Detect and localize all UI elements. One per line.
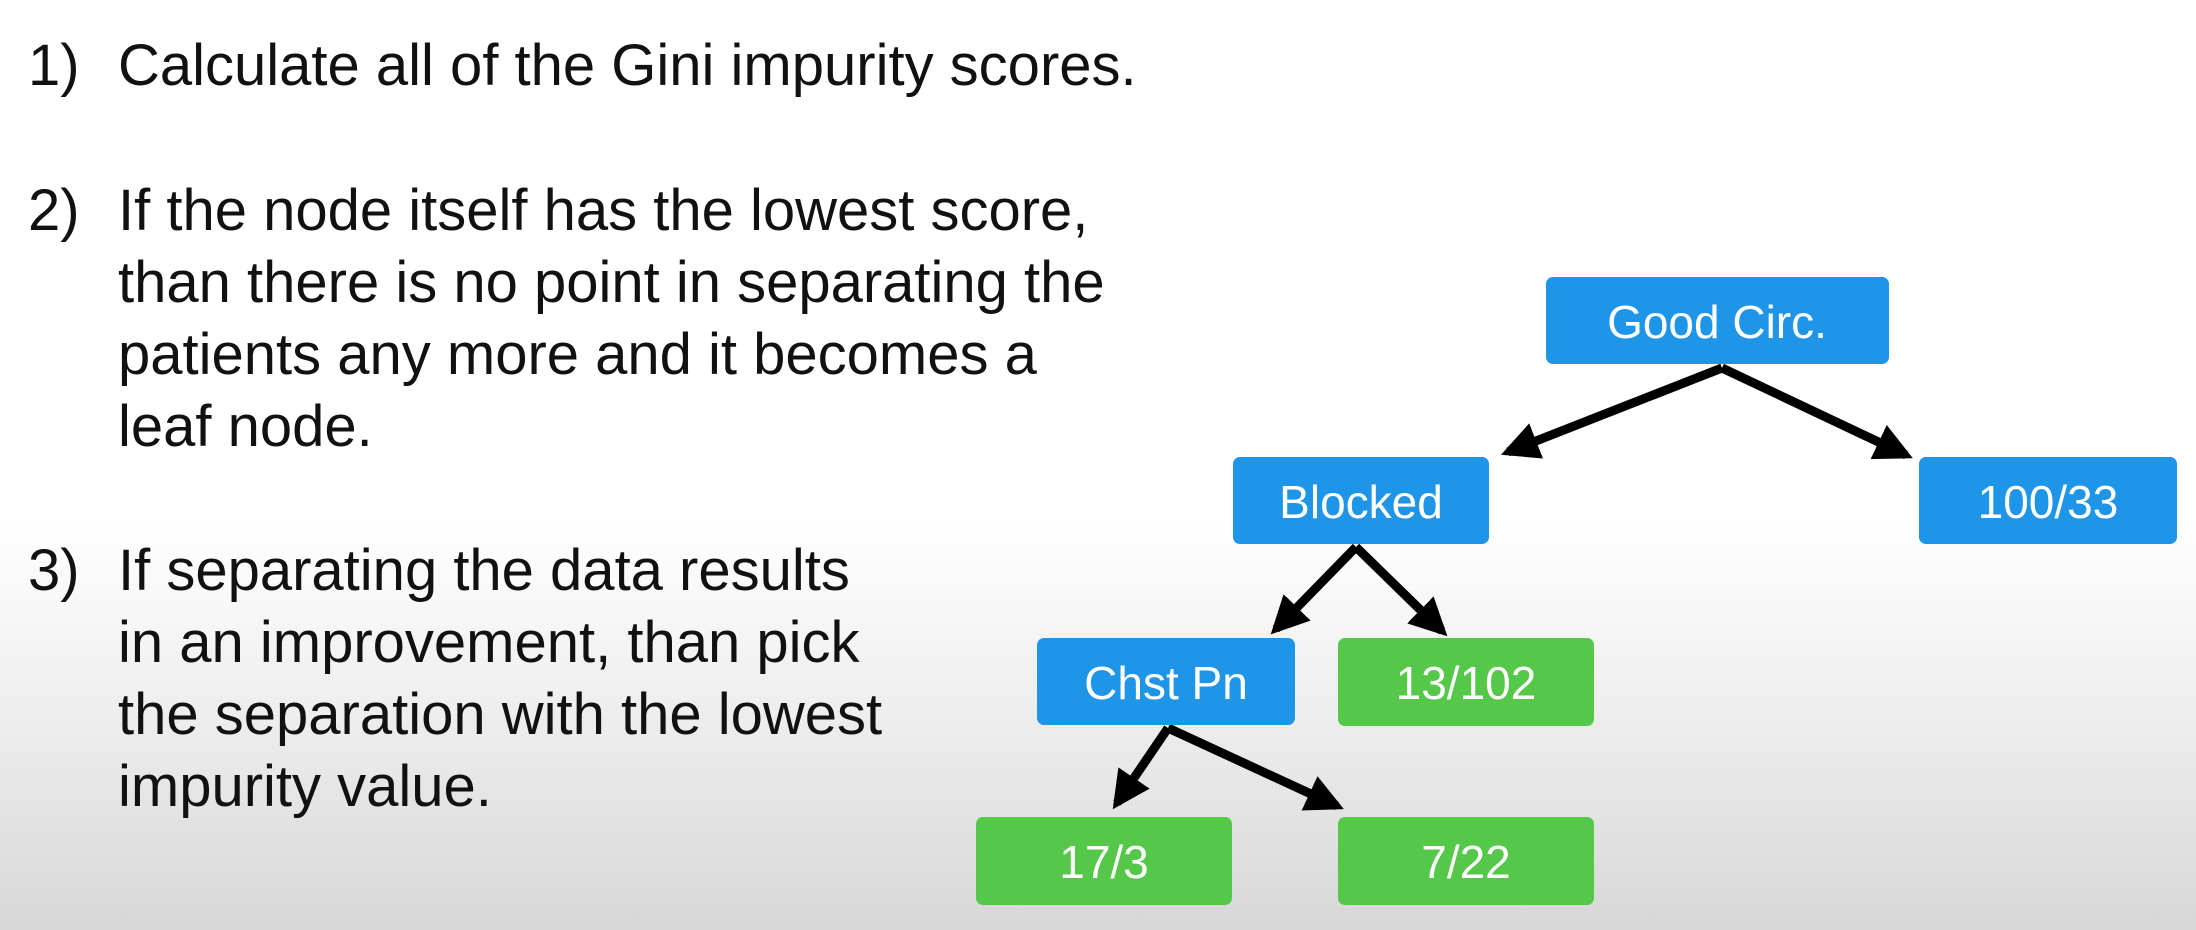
leaf-13-102: 13/102 (1338, 638, 1594, 726)
edge-blocked-leaf (1352, 543, 1448, 637)
node-label: 100/33 (1978, 476, 2119, 528)
leaf-label: 13/102 (1396, 657, 1537, 709)
edge-goodcirc-blocked (1500, 363, 1724, 459)
leaf-label: 17/3 (1059, 836, 1149, 888)
edge-chstpn-leftleaf (1112, 725, 1172, 810)
leaf-17-3: 17/3 (976, 817, 1232, 905)
leaf-label: 7/22 (1421, 836, 1511, 888)
leaf-7-22: 7/22 (1338, 817, 1594, 905)
node-label: Chst Pn (1084, 657, 1248, 709)
node-label: Blocked (1279, 476, 1443, 528)
edge-goodcirc-rightleaf (1720, 363, 1913, 460)
edge-blocked-chstpn (1270, 543, 1360, 635)
node-chst-pn: Chst Pn (1037, 638, 1295, 725)
node-100-33: 100/33 (1919, 457, 2177, 544)
node-good-circ: Good Circ. (1546, 277, 1889, 364)
tree-edges (1112, 363, 1913, 811)
edge-chstpn-rightleaf (1166, 723, 1344, 811)
decision-tree: Good Circ. Blocked 100/33 Chst Pn 13/102… (976, 277, 2177, 905)
node-label: Good Circ. (1607, 296, 1827, 348)
node-blocked: Blocked (1233, 457, 1489, 544)
